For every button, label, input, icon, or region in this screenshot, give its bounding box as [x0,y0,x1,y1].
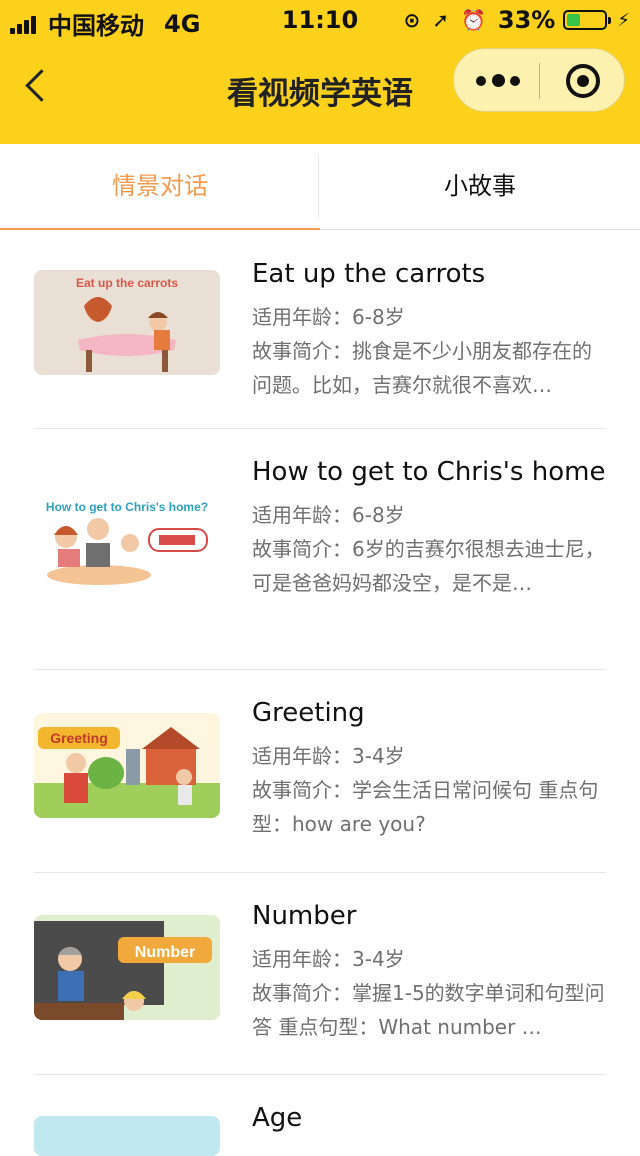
video-age: 适用年龄：6-8岁 [252,503,405,527]
video-description: 故事简介：6岁的吉赛尔很想去迪士尼，可是爸爸妈妈都没空，是不是… [252,537,605,595]
battery-percent: 33% [497,6,556,34]
status-bar: 中国移动 4G 11:10 ⊙ ➚ ⏰ 33% ⚡ [0,0,640,40]
video-thumbnail[interactable]: Greeting [34,713,220,818]
video-thumbnail[interactable]: Number [34,915,220,1020]
video-title: Number [252,901,357,931]
video-description: 故事简介：挑食是不少小朋友都存在的问题。比如，吉赛尔就很不喜欢… [252,339,592,397]
miniprogram-capsule [453,48,625,112]
tab-bar: 情景对话 小故事 [0,144,640,230]
capsule-divider [539,63,540,99]
alarm-icon: ⏰ [461,8,486,32]
video-title: Age [252,1103,303,1133]
thumbnail-caption: How to get to Chris's home? [46,500,208,514]
video-age: 适用年龄：6-8岁 [252,305,405,329]
tab-divider [318,154,319,218]
list-item[interactable]: Eat up the carrots Eat up the carrots 适用… [34,230,606,429]
video-info: Greeting 适用年龄：3-4岁 故事简介：学会生活日常问候句 重点句型：h… [252,693,608,841]
thumbnail-caption: Number [135,944,195,961]
status-right: ⊙ ➚ ⏰ 33% ⚡ [403,6,630,34]
video-info: Eat up the carrots 适用年龄：6-8岁 故事简介：挑食是不少小… [252,254,608,402]
list-item[interactable]: Age [34,1074,608,1156]
video-description: 故事简介：掌握1-5的数字单词和句型问答 重点句型：What number … [252,981,605,1039]
video-thumbnail[interactable] [34,1116,220,1156]
nav-bar: 看视频学英语 [0,40,640,144]
location-icon: ➚ [432,8,449,32]
video-info: How to get to Chris's home 适用年龄：6-8岁 故事简… [252,452,608,600]
video-info: Number 适用年龄：3-4岁 故事简介：掌握1-5的数字单词和句型问答 重点… [252,896,608,1044]
list-item[interactable]: How to get to Chris's home? How to get t… [34,428,606,670]
orientation-lock-icon: ⊙ [403,8,421,32]
video-title: Greeting [252,698,365,728]
video-description: 故事简介：学会生活日常问候句 重点句型：how are you? [252,778,599,836]
video-age: 适用年龄：3-4岁 [252,947,405,971]
video-title: How to get to Chris's home [252,457,606,487]
video-thumbnail[interactable]: How to get to Chris's home? [34,485,220,590]
thumbnail-caption: Eat up the carrots [76,276,178,290]
close-miniprogram-icon[interactable] [566,64,600,98]
video-thumbnail[interactable]: Eat up the carrots [34,270,220,375]
more-icon[interactable] [476,74,520,87]
battery-icon [563,10,612,30]
video-title: Eat up the carrots [252,259,486,289]
list-item[interactable]: Greeting Greeting 适用年龄：3-4岁 故事简介：学会生活日常问… [34,669,606,873]
list-item[interactable]: Number Number 适用年龄：3-4岁 故事简介：掌握1-5的数字单词和… [34,872,606,1075]
thumbnail-caption: Greeting [50,730,108,746]
tab-stories[interactable]: 小故事 [320,144,640,229]
tab-dialogue[interactable]: 情景对话 [0,144,320,230]
video-age: 适用年龄：3-4岁 [252,744,405,768]
charging-icon: ⚡ [617,9,630,31]
video-info: Age [252,1098,608,1138]
